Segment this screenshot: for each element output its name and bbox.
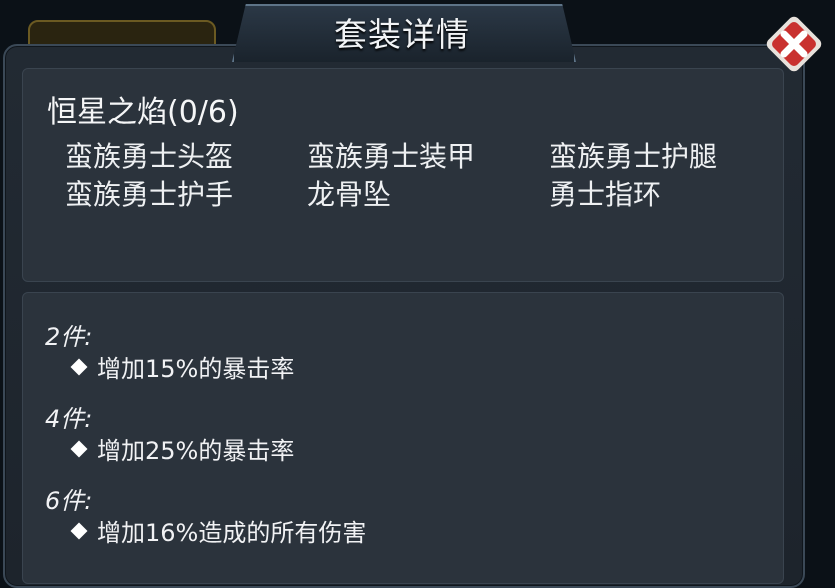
diamond-bullet-icon <box>70 358 88 375</box>
bonus-effect: 增加25%的暴击率 <box>69 431 294 466</box>
bonus-effect-text: 增加25%的暴击率 <box>97 437 295 465</box>
set-piece: 蛮族勇士护腿 <box>549 140 718 173</box>
set-piece: 勇士指环 <box>549 178 662 211</box>
bonus-effect-text: 增加16%造成的所有伤害 <box>97 519 367 547</box>
close-icon[interactable] <box>764 14 823 73</box>
bonus-tier-label: 4件: <box>45 405 93 433</box>
diamond-bullet-icon <box>70 440 88 457</box>
set-piece: 蛮族勇士装甲 <box>307 140 476 173</box>
set-bonus-box: 2件: 增加15%的暴击率 4件: 增加25%的暴击率 6件: 增加16%造成的… <box>22 292 784 584</box>
set-name: 恒星之焰(0/6) <box>47 95 239 130</box>
set-piece: 蛮族勇士护手 <box>65 178 234 211</box>
bonus-effect-text: 增加15%的暴击率 <box>97 355 295 383</box>
bonus-tier-label: 6件: <box>45 487 93 515</box>
bonus-tier-label: 2件: <box>45 323 93 351</box>
bonus-effect: 增加15%的暴击率 <box>69 349 294 384</box>
bonus-effect: 增加16%造成的所有伤害 <box>69 513 366 548</box>
set-pieces-box: 恒星之焰(0/6) 蛮族勇士头盔 蛮族勇士装甲 蛮族勇士护腿 蛮族勇士护手 龙骨… <box>22 68 784 282</box>
diamond-bullet-icon <box>70 522 88 539</box>
dialog-title: 套装详情 <box>334 15 470 54</box>
set-piece: 蛮族勇士头盔 <box>65 140 234 173</box>
set-piece: 龙骨坠 <box>307 178 392 211</box>
